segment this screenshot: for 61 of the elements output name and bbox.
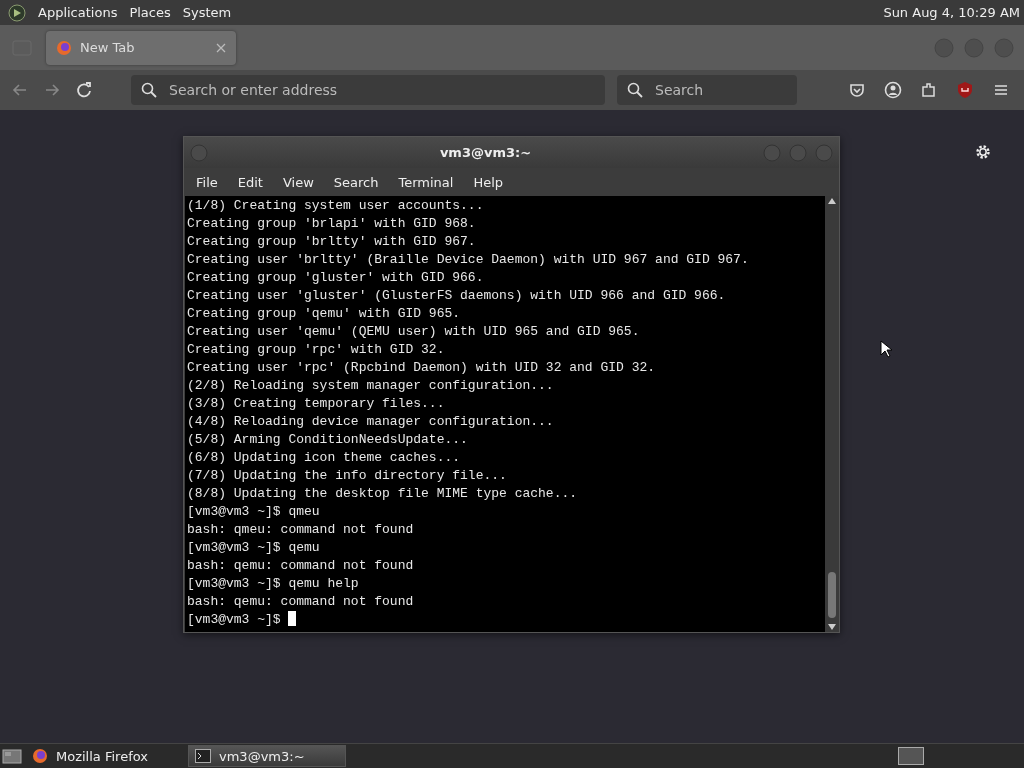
terminal-line: (6/8) Updating icon theme caches...	[187, 449, 461, 467]
terminal-line: Creating group 'rpc' with GID 32.	[187, 341, 445, 359]
terminal-line: [vm3@vm3 ~]$ qmeu	[187, 503, 320, 521]
browser-tab[interactable]: New Tab	[46, 30, 236, 65]
window-title: vm3@vm3:~	[438, 145, 533, 160]
panel-menu[interactable]: System	[182, 5, 232, 20]
terminal-line: [vm3@vm3 ~]$ qemu	[187, 539, 320, 557]
settings-icon[interactable]	[974, 143, 992, 161]
workspace-switcher[interactable]	[898, 747, 924, 765]
terminal-line: bash: qmeu: command not found	[187, 521, 414, 539]
terminal-line: (1/8) Creating system user accounts...	[187, 197, 484, 215]
scrollbar-thumb[interactable]	[828, 572, 836, 618]
terminal-line: (3/8) Creating temporary files...	[187, 395, 445, 413]
terminal-line: (7/8) Updating the info directory file...	[187, 467, 507, 485]
terminal-line: (8/8) Updating the desktop file MIME type cache...	[187, 485, 578, 503]
show-desktop-icon[interactable]	[2, 747, 22, 765]
terminal-line: Creating group 'gluster' with GID 966.	[187, 269, 484, 287]
menu-item[interactable]: Search	[323, 174, 389, 190]
scrollbar[interactable]	[825, 196, 839, 632]
search-icon	[141, 82, 157, 98]
scroll-up-icon[interactable]	[828, 198, 836, 204]
puzzle-icon[interactable]	[920, 81, 938, 99]
mouse-pointer-icon	[880, 340, 892, 358]
panel-menu[interactable]: Applications	[38, 5, 118, 20]
cursor	[288, 611, 297, 626]
panel-menu[interactable]: Places	[129, 5, 171, 20]
terminal-line: Creating user 'rpc' (Rpcbind Daemon) with UID 32 and GID 32.	[187, 359, 656, 377]
account-icon[interactable]	[884, 81, 902, 99]
terminal-line: Creating user 'brltty' (Braille Device Daemon) with UID 967 and GID 967.	[187, 251, 749, 269]
terminal-line: [vm3@vm3 ~]$ qemu help	[187, 575, 359, 593]
scroll-down-icon[interactable]	[828, 624, 836, 630]
reload-icon[interactable]	[74, 80, 94, 100]
terminal-line: bash: qemu: command not found	[187, 557, 414, 575]
terminal-line: (4/8) Reloading device manager configuration...	[187, 413, 554, 431]
menu-item[interactable]: Edit	[227, 174, 273, 190]
menu-item[interactable]: View	[272, 174, 324, 190]
app-menu-icon[interactable]	[8, 3, 26, 22]
taskbar-button[interactable]: Mozilla Firefox	[26, 745, 184, 767]
terminal-line: (2/8) Reloading system manager configuration...	[187, 377, 554, 395]
search-icon	[627, 82, 643, 98]
search-field[interactable]: Search	[617, 75, 797, 105]
terminal-icon	[195, 749, 211, 763]
menu-item[interactable]: Help	[463, 174, 514, 190]
terminal-line: Creating group 'qemu' with GID 965.	[187, 305, 461, 323]
menu-item[interactable]: File	[186, 174, 228, 190]
terminal-line: Creating group 'brlapi' with GID 968.	[187, 215, 476, 233]
firefox-icon	[56, 39, 72, 56]
pocket-icon[interactable]	[848, 81, 866, 99]
clock: Sun Aug 4, 10:29 AM	[883, 5, 1020, 20]
menu-item[interactable]: Terminal	[388, 174, 464, 190]
address-field[interactable]: Search or enter address	[131, 75, 605, 105]
shield-icon[interactable]	[956, 81, 974, 99]
terminal-line: Creating group 'brltty' with GID 967.	[187, 233, 476, 251]
terminal-line: Creating user 'gluster' (GlusterFS daemons) with UID 966 and GID 966.	[187, 287, 726, 305]
taskbar-button[interactable]: vm3@vm3:~	[188, 745, 346, 767]
firefox-icon	[32, 748, 48, 764]
close-icon[interactable]	[216, 42, 226, 53]
terminal-line: Creating user 'qemu' (QEMU user) with UID 965 and GID 965.	[187, 323, 640, 341]
terminal-line: [vm3@vm3 ~]$	[187, 611, 297, 629]
terminal-line: (5/8) Arming ConditionNeedsUpdate...	[187, 431, 468, 449]
terminal-line: bash: qemu: command not found	[187, 593, 414, 611]
